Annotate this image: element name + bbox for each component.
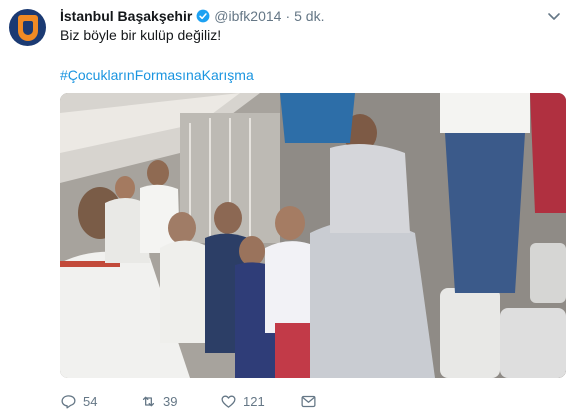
tweet-video[interactable] bbox=[60, 93, 566, 378]
separator-dot: · bbox=[285, 8, 291, 24]
reply-button[interactable]: 54 bbox=[60, 393, 97, 410]
retweet-button[interactable]: 39 bbox=[140, 393, 177, 410]
tweet-actions: 54 39 121 bbox=[60, 393, 540, 411]
reply-icon bbox=[61, 395, 76, 409]
like-button[interactable]: 121 bbox=[220, 393, 265, 410]
verified-badge-icon bbox=[196, 9, 210, 23]
like-count: 121 bbox=[243, 394, 265, 409]
chevron-down-icon[interactable] bbox=[546, 8, 562, 24]
tweet-text: Biz böyle bir kulüp değiliz! bbox=[60, 27, 222, 43]
team-logo bbox=[17, 14, 38, 41]
retweet-icon bbox=[142, 396, 155, 407]
hashtag-link[interactable]: #ÇocuklarınFormasınaKarışma bbox=[60, 67, 254, 83]
like-icon bbox=[221, 395, 236, 408]
author-handle[interactable]: @ibfk2014 bbox=[214, 8, 281, 24]
reply-count: 54 bbox=[83, 394, 98, 409]
stadium-scene-image bbox=[60, 93, 566, 378]
retweet-count: 39 bbox=[163, 394, 178, 409]
direct-message-button[interactable] bbox=[300, 393, 317, 410]
direct-message-icon bbox=[301, 395, 316, 408]
timestamp[interactable]: 5 dk. bbox=[294, 8, 324, 24]
team-avatar[interactable] bbox=[9, 9, 46, 46]
author-name[interactable]: İstanbul Başakşehir bbox=[60, 8, 192, 24]
tweet-header: İstanbul Başakşehir @ibfk2014 · 5 dk. bbox=[60, 6, 324, 26]
